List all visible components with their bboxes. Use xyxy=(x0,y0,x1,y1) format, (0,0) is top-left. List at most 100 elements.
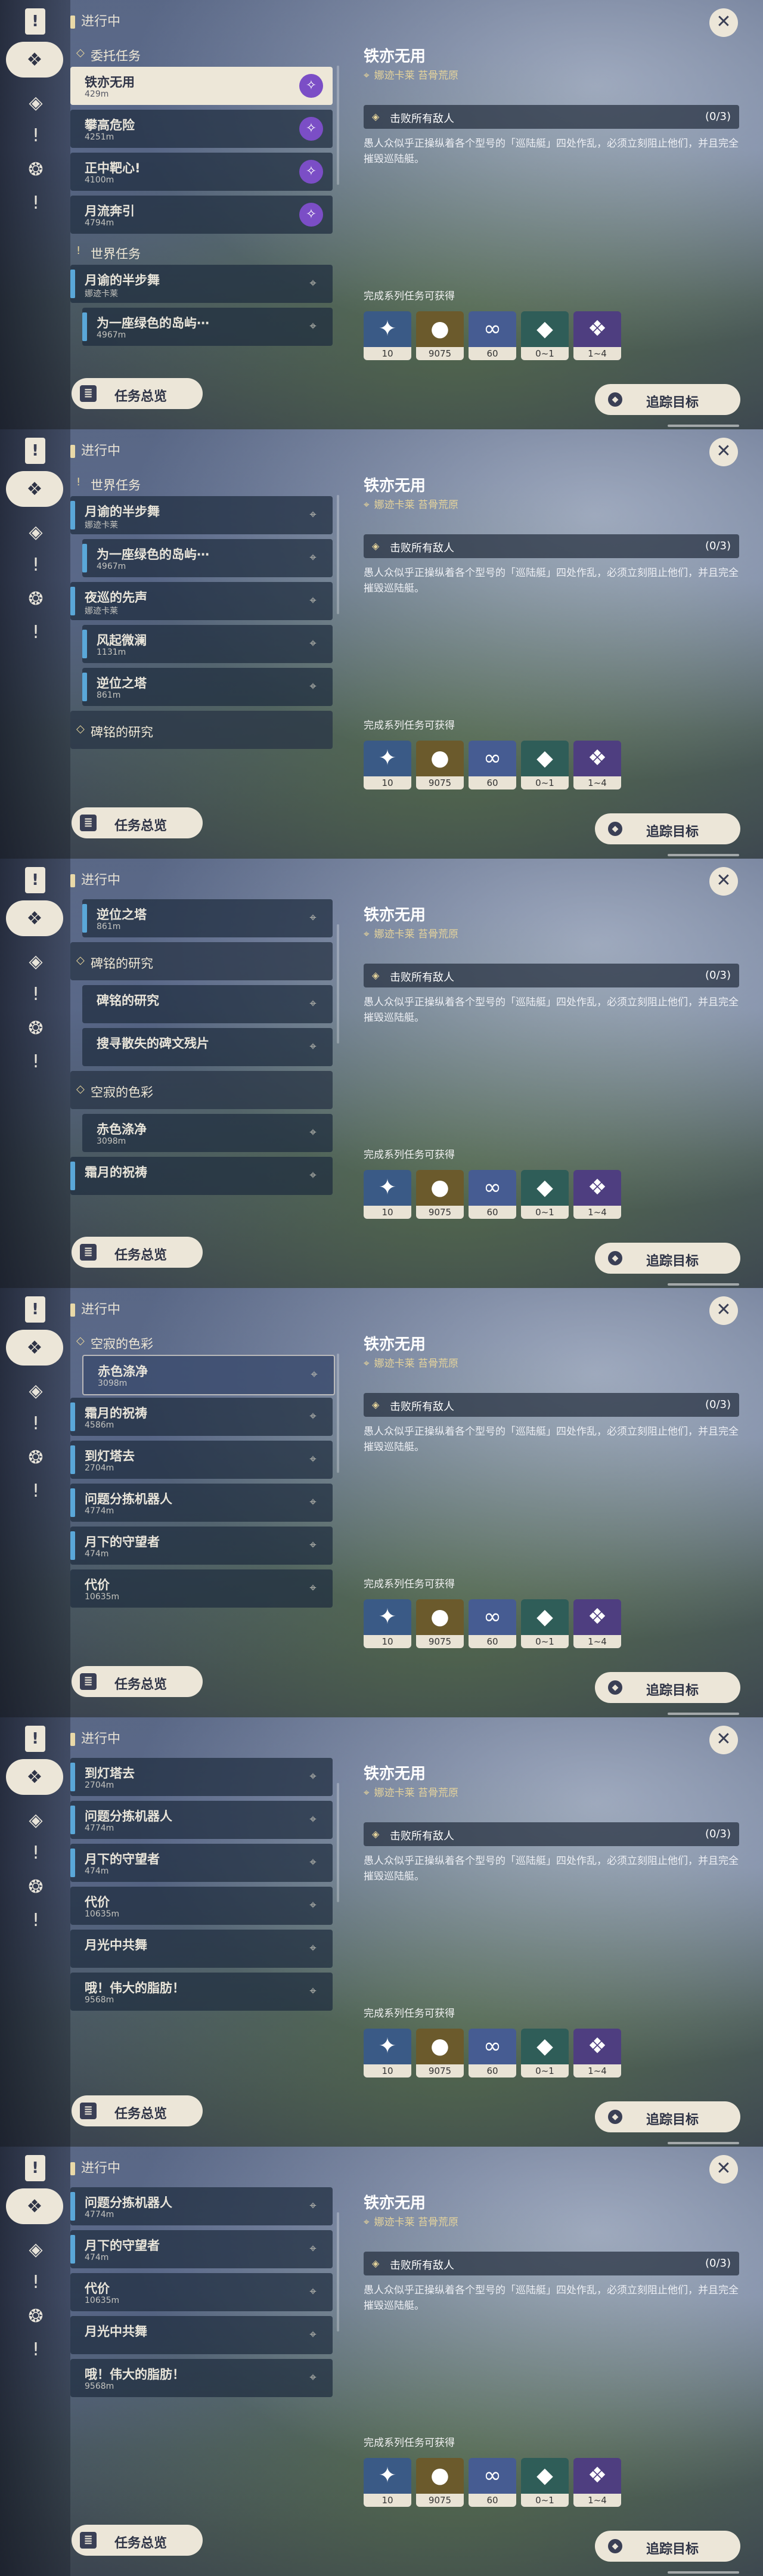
quest-row[interactable]: 哦！伟大的脂肪！ 9568m ⌖ xyxy=(70,1973,333,2011)
world-quest-tab-icon[interactable]: ! xyxy=(23,552,49,578)
quest-group-header[interactable]: ◇ 空寂的色彩 xyxy=(70,1071,333,1109)
quest-row[interactable]: 逆位之塔 861m ⌖ xyxy=(82,899,333,937)
quest-book-icon[interactable]: ! xyxy=(25,8,45,35)
world-quest-tab-icon[interactable]: ! xyxy=(23,2269,49,2295)
quest-row[interactable]: 代价 10635m ⌖ xyxy=(70,1569,333,1608)
reward-item[interactable]: ◆ 0~1 xyxy=(521,1170,569,1219)
quest-overview-button[interactable]: ≣ 任务总览 xyxy=(72,807,203,838)
reward-item[interactable]: ● 9075 xyxy=(416,2029,464,2077)
quest-book-icon[interactable]: ! xyxy=(25,1726,45,1752)
reward-item[interactable]: ❖ 1~4 xyxy=(573,1599,621,1648)
archon-tab-icon[interactable]: ◈ xyxy=(23,519,49,545)
quest-book-icon[interactable]: ! xyxy=(25,2155,45,2181)
map-pin-icon[interactable]: ⌖ xyxy=(305,636,321,651)
quest-row[interactable]: 搜寻散失的碑文残片 ⌖ xyxy=(82,1028,333,1066)
quest-group-header[interactable]: ◇ 碑铭的研究 xyxy=(70,711,333,749)
track-target-button[interactable]: ◆ 追踪目标 xyxy=(595,813,740,844)
quest-book-icon[interactable]: ! xyxy=(25,1296,45,1323)
list-scrollbar[interactable] xyxy=(337,1354,339,1473)
commission-tab-icon[interactable]: ❖ xyxy=(6,2188,63,2224)
map-pin-icon[interactable]: ⌖ xyxy=(305,1769,321,1784)
quest-row[interactable]: 霜月的祝祷 4586m ⌖ xyxy=(70,1398,333,1436)
reward-item[interactable]: ● 9075 xyxy=(416,311,464,360)
map-pin-icon[interactable]: ⌖ xyxy=(305,1494,321,1510)
reward-item[interactable]: ∞ 60 xyxy=(469,2029,516,2077)
map-pin-icon[interactable]: ⌖ xyxy=(305,2241,321,2256)
event-tab-icon[interactable]: ❂ xyxy=(23,156,49,182)
close-button[interactable]: ✕ xyxy=(709,1296,738,1325)
quest-row[interactable]: 到灯塔去 2704m ⌖ xyxy=(70,1758,333,1796)
reward-item[interactable]: ◆ 0~1 xyxy=(521,311,569,360)
close-button[interactable]: ✕ xyxy=(709,1726,738,1754)
archon-tab-icon[interactable]: ◈ xyxy=(23,2236,49,2262)
reward-item[interactable]: ✦ 10 xyxy=(364,2458,411,2507)
alert-tab-icon[interactable]: ! xyxy=(23,2336,49,2363)
quest-row[interactable]: 问题分拣机器人 4774m ⌖ xyxy=(70,1484,333,1522)
quest-row[interactable]: 哦！伟大的脂肪！ 9568m ⌖ xyxy=(70,2359,333,2397)
reward-item[interactable]: ● 9075 xyxy=(416,2458,464,2507)
quest-row[interactable]: 为一座绿色的岛屿⋯ 4967m ⌖ xyxy=(82,539,333,577)
quest-row[interactable]: 月下的守望者 474m ⌖ xyxy=(70,2230,333,2268)
close-button[interactable]: ✕ xyxy=(709,867,738,896)
map-pin-icon[interactable]: ⌖ xyxy=(305,275,321,291)
quest-row[interactable]: 月谕的半步舞 娜迹卡莱 ⌖ xyxy=(70,496,333,534)
reward-item[interactable]: ✦ 10 xyxy=(364,311,411,360)
commission-tab-icon[interactable]: ❖ xyxy=(6,1330,63,1366)
event-tab-icon[interactable]: ❂ xyxy=(23,1444,49,1470)
quest-overview-button[interactable]: ≣ 任务总览 xyxy=(72,378,203,409)
list-scrollbar[interactable] xyxy=(337,66,339,185)
commission-tab-icon[interactable]: ❖ xyxy=(6,1759,63,1795)
world-quest-tab-icon[interactable]: ! xyxy=(23,122,49,148)
reward-item[interactable]: ✦ 10 xyxy=(364,2029,411,2077)
quest-row[interactable]: 月下的守望者 474m ⌖ xyxy=(70,1527,333,1565)
reward-item[interactable]: ✦ 10 xyxy=(364,1170,411,1219)
world-quest-tab-icon[interactable]: ! xyxy=(23,1410,49,1436)
quest-row[interactable]: 夜巡的先声 娜迹卡莱 ⌖ xyxy=(70,582,333,620)
reward-item[interactable]: ∞ 60 xyxy=(469,1599,516,1648)
map-pin-icon[interactable]: ⌖ xyxy=(305,318,321,334)
quest-row[interactable]: 到灯塔去 2704m ⌖ xyxy=(70,1441,333,1479)
quest-row[interactable]: 霜月的祝祷 ⌖ xyxy=(70,1157,333,1195)
track-target-button[interactable]: ◆ 追踪目标 xyxy=(595,2101,740,2132)
archon-tab-icon[interactable]: ◈ xyxy=(23,1377,49,1404)
commission-tab-icon[interactable]: ❖ xyxy=(6,42,63,78)
map-pin-icon[interactable]: ⌖ xyxy=(305,1983,321,1999)
reward-item[interactable]: ❖ 1~4 xyxy=(573,2029,621,2077)
reward-item[interactable]: ◆ 0~1 xyxy=(521,1599,569,1648)
map-pin-icon[interactable]: ⌖ xyxy=(305,1451,321,1467)
reward-item[interactable]: ✦ 10 xyxy=(364,1599,411,1648)
map-pin-icon[interactable]: ⌖ xyxy=(305,1897,321,1913)
quest-row[interactable]: 月流奔引 4794m ✧ xyxy=(70,196,333,234)
quest-overview-button[interactable]: ≣ 任务总览 xyxy=(72,1237,203,1268)
quest-row[interactable]: 逆位之塔 861m ⌖ xyxy=(82,668,333,706)
quest-book-icon[interactable]: ! xyxy=(25,438,45,464)
quest-row[interactable]: 代价 10635m ⌖ xyxy=(70,1887,333,1925)
map-pin-icon[interactable]: ⌖ xyxy=(305,1408,321,1424)
reward-item[interactable]: ◆ 0~1 xyxy=(521,741,569,789)
reward-item[interactable]: ◆ 0~1 xyxy=(521,2458,569,2507)
map-pin-icon[interactable]: ⌖ xyxy=(305,1854,321,1870)
track-target-button[interactable]: ◆ 追踪目标 xyxy=(595,1243,740,1274)
list-scrollbar[interactable] xyxy=(337,495,339,614)
map-pin-icon[interactable]: ⌖ xyxy=(305,2284,321,2299)
map-pin-icon[interactable]: ⌖ xyxy=(305,1168,321,1183)
map-pin-icon[interactable]: ⌖ xyxy=(305,910,321,925)
quest-book-icon[interactable]: ! xyxy=(25,867,45,893)
quest-row[interactable]: 碑铭的研究 ⌖ xyxy=(82,985,333,1023)
archon-tab-icon[interactable]: ◈ xyxy=(23,948,49,974)
map-pin-icon[interactable]: ⌖ xyxy=(305,679,321,694)
alert-tab-icon[interactable]: ! xyxy=(23,190,49,216)
quest-row[interactable]: 代价 10635m ⌖ xyxy=(70,2273,333,2311)
quest-group-header[interactable]: ◇ 碑铭的研究 xyxy=(70,942,333,980)
quest-row[interactable]: 月光中共舞 ⌖ xyxy=(70,2316,333,2354)
reward-item[interactable]: ❖ 1~4 xyxy=(573,1170,621,1219)
quest-row[interactable]: 问题分拣机器人 4774m ⌖ xyxy=(70,2187,333,2225)
archon-tab-icon[interactable]: ◈ xyxy=(23,1807,49,1833)
reward-item[interactable]: ❖ 1~4 xyxy=(573,741,621,789)
quest-row[interactable]: 攀高危险 4251m ✧ xyxy=(70,110,333,148)
list-scrollbar[interactable] xyxy=(337,2212,339,2332)
reward-item[interactable]: ∞ 60 xyxy=(469,741,516,789)
reward-item[interactable]: ◆ 0~1 xyxy=(521,2029,569,2077)
map-pin-icon[interactable]: ⌖ xyxy=(305,1537,321,1553)
reward-item[interactable]: ∞ 60 xyxy=(469,1170,516,1219)
